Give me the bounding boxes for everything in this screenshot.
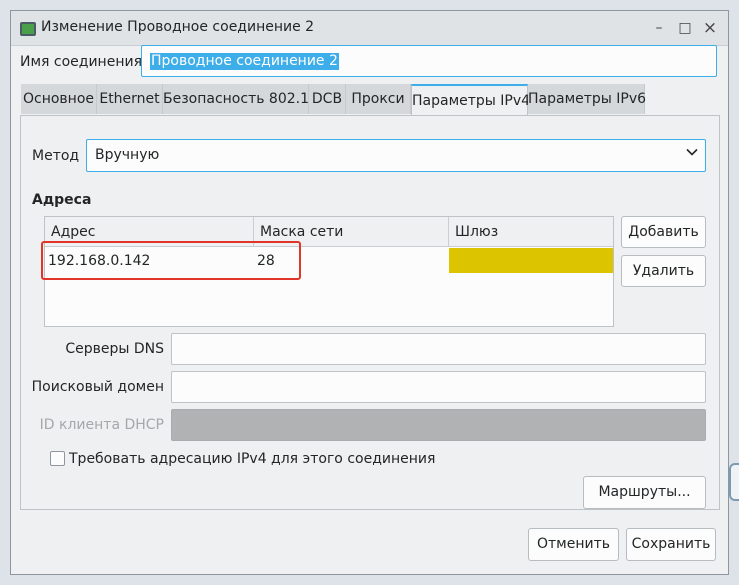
dns-servers-input[interactable] bbox=[171, 333, 706, 365]
delete-address-button[interactable]: Удалить bbox=[621, 255, 706, 287]
dhcp-client-id-input bbox=[171, 409, 706, 441]
tab-proxy[interactable]: Прокси bbox=[346, 84, 411, 114]
tab-ipv6-settings[interactable]: Параметры IPv6 bbox=[528, 84, 646, 114]
connection-name-value: Проводное соединение 2 bbox=[150, 53, 339, 70]
save-button[interactable]: Сохранить bbox=[626, 528, 716, 561]
tab-general[interactable]: Основное bbox=[21, 84, 97, 114]
network-icon bbox=[20, 22, 36, 36]
cancel-button[interactable]: Отменить bbox=[528, 528, 619, 561]
tab-dcb[interactable]: DCB bbox=[309, 84, 346, 114]
chevron-down-icon bbox=[686, 148, 698, 156]
edit-connection-dialog: Изменение Проводное соединение 2 – □ × И… bbox=[10, 10, 729, 575]
desktop-widget bbox=[729, 463, 739, 501]
window-title: Изменение Проводное соединение 2 bbox=[41, 19, 315, 35]
highlight-annotation bbox=[41, 241, 301, 280]
tab-security-8021x[interactable]: Безопасность 802.1x bbox=[163, 84, 317, 114]
title-bar[interactable]: Изменение Проводное соединение 2 – □ × bbox=[11, 11, 728, 46]
addresses-section-title: Адреса bbox=[32, 192, 92, 208]
add-address-button[interactable]: Добавить bbox=[621, 216, 706, 248]
connection-name-input[interactable]: Проводное соединение 2 bbox=[141, 45, 717, 77]
ipv4-settings-panel: Метод Вручную Адреса Адрес Маска сети Шл… bbox=[20, 115, 720, 510]
method-select[interactable]: Вручную bbox=[86, 139, 706, 172]
close-icon[interactable]: × bbox=[701, 19, 719, 37]
method-value: Вручную bbox=[95, 147, 160, 163]
tab-ipv4-settings[interactable]: Параметры IPv4 bbox=[411, 84, 530, 116]
column-header-gateway[interactable]: Шлюз bbox=[449, 217, 613, 247]
maximize-icon[interactable]: □ bbox=[676, 19, 694, 37]
dhcp-client-id-label: ID клиента DHCP bbox=[39, 417, 164, 433]
require-ipv4-checkbox[interactable] bbox=[50, 451, 65, 466]
routes-button[interactable]: Маршруты... bbox=[583, 476, 706, 509]
tab-ethernet[interactable]: Ethernet bbox=[97, 84, 163, 114]
connection-name-label: Имя соединения bbox=[20, 54, 143, 70]
dns-servers-label: Серверы DNS bbox=[65, 341, 164, 357]
minimize-icon[interactable]: – bbox=[650, 19, 668, 37]
search-domain-label: Поисковый домен bbox=[31, 379, 164, 395]
require-ipv4-label[interactable]: Требовать адресацию IPv4 для этого соеди… bbox=[69, 451, 435, 467]
gateway-cell[interactable] bbox=[449, 248, 613, 273]
method-label: Метод bbox=[32, 148, 80, 164]
search-domain-input[interactable] bbox=[171, 371, 706, 403]
